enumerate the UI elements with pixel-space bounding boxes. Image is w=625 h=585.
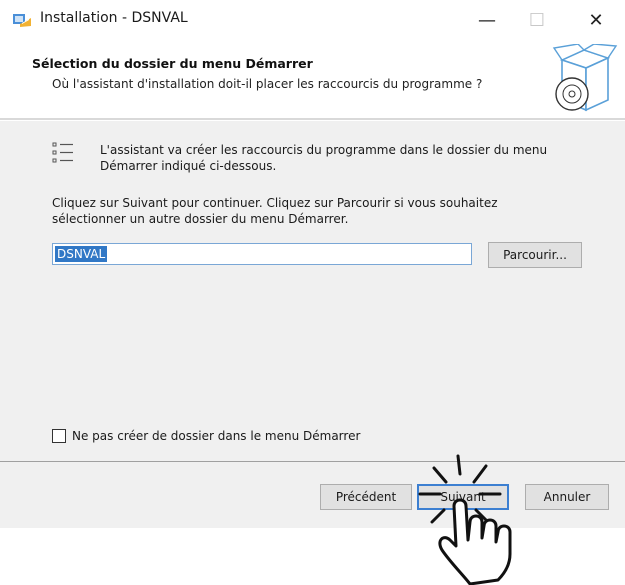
info-text-line2: Démarrer indiqué ci-dessous. (100, 159, 277, 173)
no-folder-checkbox[interactable] (52, 429, 66, 443)
start-menu-folder-input[interactable]: DSNVAL (52, 243, 472, 265)
minimize-icon: — (478, 9, 496, 31)
instruction-text-line2: sélectionner un autre dossier du menu Dé… (52, 212, 349, 226)
page-subtitle: Où l'assistant d'installation doit-il pl… (52, 77, 483, 91)
info-text-line1: L'assistant va créer les raccourcis du p… (100, 143, 548, 157)
browse-button[interactable]: Parcourir... (488, 242, 582, 268)
page-title: Sélection du dossier du menu Démarrer (32, 56, 313, 71)
no-folder-checkbox-row[interactable]: Ne pas créer de dossier dans le menu Dém… (52, 429, 360, 443)
installer-dialog: Installation - DSNVAL — ☐ ✕ Sélection du… (0, 0, 625, 528)
previous-button[interactable]: Précédent (320, 484, 412, 510)
close-button[interactable]: ✕ (574, 6, 618, 34)
close-icon: ✕ (588, 9, 604, 31)
cancel-button[interactable]: Annuler (525, 484, 609, 510)
maximize-button[interactable]: ☐ (515, 6, 559, 34)
title-bar[interactable]: Installation - DSNVAL — ☐ ✕ (0, 0, 625, 40)
maximize-icon: ☐ (528, 9, 546, 31)
instruction-text-line1: Cliquez sur Suivant pour continuer. Cliq… (52, 196, 498, 210)
wizard-header: Sélection du dossier du menu Démarrer Où… (0, 40, 625, 118)
wizard-footer: Précédent Suivant Annuler (0, 462, 625, 528)
no-folder-checkbox-label[interactable]: Ne pas créer de dossier dans le menu Dém… (72, 429, 360, 443)
list-icon (52, 142, 73, 163)
minimize-button[interactable]: — (465, 6, 509, 34)
window-title: Installation - DSNVAL (40, 10, 188, 26)
wizard-content: L'assistant va créer les raccourcis du p… (0, 121, 625, 461)
box-cd-icon (552, 44, 618, 112)
next-button[interactable]: Suivant (417, 484, 509, 510)
installer-app-icon (13, 14, 31, 27)
folder-input-value: DSNVAL (55, 246, 108, 262)
